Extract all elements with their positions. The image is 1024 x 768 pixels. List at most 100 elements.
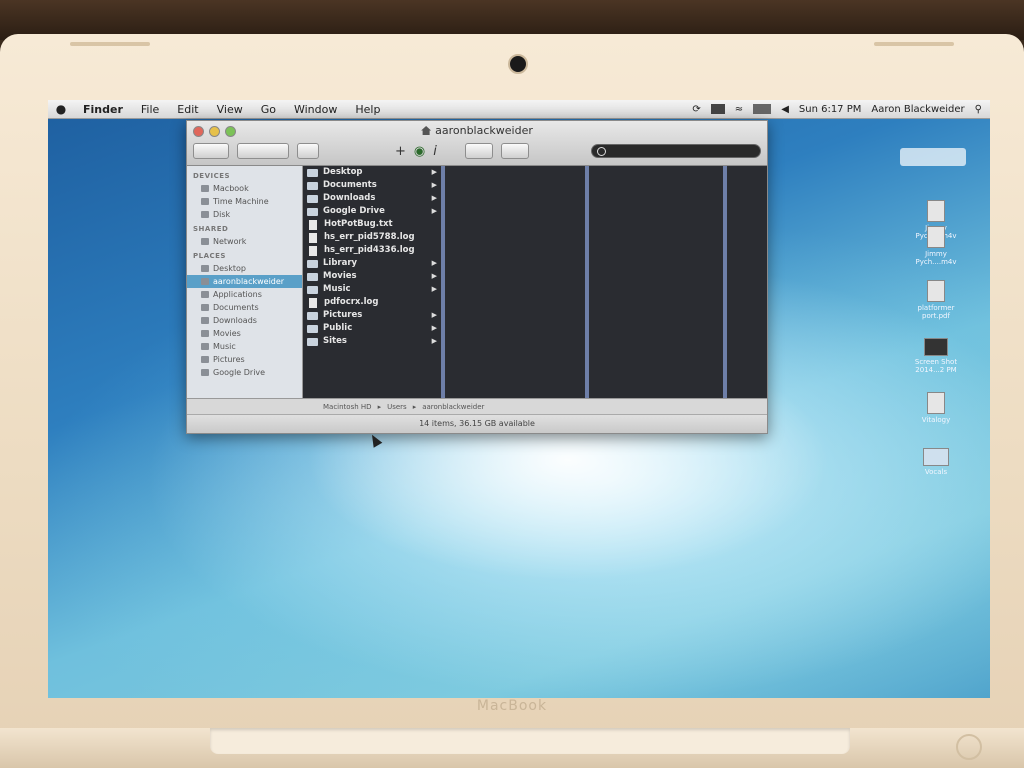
desktop-icon-item[interactable]: Screen Shot 2014...2 PM	[906, 338, 966, 374]
document-icon	[927, 226, 945, 248]
pictures-icon	[201, 356, 209, 363]
sidebar-item-applications[interactable]: Applications	[187, 288, 302, 301]
quick-look-button[interactable]	[464, 143, 493, 159]
file-row[interactable]: Google Drive ▶	[303, 205, 441, 218]
sidebar-item-disk[interactable]: Disk	[187, 208, 302, 221]
volume-icon[interactable]: ◀	[781, 104, 789, 115]
menu-edit[interactable]: Edit	[168, 103, 207, 116]
file-column-1[interactable]: Desktop ▶ Documents ▶ Downloads ▶ Google Drive…	[303, 166, 445, 399]
file-row[interactable]: HotPotBug.txt	[303, 218, 441, 231]
sidebar-item-pictures[interactable]: Pictures	[187, 353, 302, 366]
sidebar-item-time-machine[interactable]: Time Machine	[187, 195, 302, 208]
document-icon	[927, 392, 945, 414]
file-column-4[interactable]	[727, 166, 767, 399]
disclosure-arrow-icon: ▶	[431, 337, 437, 345]
path-item-disk[interactable]: Macintosh HD	[323, 403, 372, 411]
path-item-home[interactable]: aaronblackweider	[422, 403, 484, 411]
window-title-text: aaronblackweider	[435, 124, 533, 137]
sidebar-item-label: Desktop	[213, 264, 246, 273]
google-drive-icon	[201, 369, 209, 376]
sidebar-item-label: Macbook	[213, 184, 249, 193]
path-bar: Macintosh HD ▸ Users ▸ aaronblackweider	[187, 398, 767, 415]
disclosure-arrow-icon: ▶	[431, 207, 437, 215]
menu-extras: ⟳ ≈ ◀ Sun 6:17 PM Aaron Blackweider ⚲	[692, 104, 990, 115]
drive-icon	[201, 198, 209, 205]
folder-icon	[307, 194, 318, 203]
document-icon	[927, 280, 945, 302]
disclosure-arrow-icon: ▶	[431, 272, 437, 280]
desktop-icon-item[interactable]: Vitalogy	[906, 392, 966, 424]
add-icon[interactable]: +	[395, 144, 406, 159]
menu-file[interactable]: File	[132, 103, 168, 116]
file-row[interactable]: Pictures ▶	[303, 309, 441, 322]
search-input[interactable]	[606, 145, 750, 157]
disclosure-arrow-icon: ▶	[431, 285, 437, 293]
file-name: Google Drive	[323, 206, 385, 216]
folder-icon	[307, 259, 318, 268]
back-forward-button[interactable]	[193, 143, 229, 159]
file-name: Music	[323, 284, 351, 294]
laptop-base	[0, 728, 1024, 768]
spaces-icon[interactable]	[710, 104, 725, 114]
sidebar-item-label: aaronblackweider	[213, 277, 285, 286]
sidebar-item-network[interactable]: Network	[187, 235, 302, 248]
sidebar-item-macbook[interactable]: Macbook	[187, 182, 302, 195]
file-row[interactable]: pdfocrx.log	[303, 296, 441, 309]
sidebar-item-google-drive[interactable]: Google Drive	[187, 366, 302, 379]
finder-sidebar: DEVICES Macbook Time Machine Disk SHARED…	[187, 166, 303, 399]
column-view-button[interactable]	[297, 143, 319, 159]
menu-finder[interactable]: Finder	[74, 103, 132, 116]
movies-icon	[201, 330, 209, 337]
file-row[interactable]: Public ▶	[303, 322, 441, 335]
apple-menu-icon[interactable]: ●	[48, 102, 74, 116]
finder-titlebar[interactable]: aaronblackweider + ◉ i	[187, 121, 767, 166]
menu-help[interactable]: Help	[346, 103, 389, 116]
sidebar-item-downloads[interactable]: Downloads	[187, 314, 302, 327]
sidebar-item-documents[interactable]: Documents	[187, 301, 302, 314]
file-row[interactable]: Sites ▶	[303, 335, 441, 348]
desktop-icon-item[interactable]: Jimmy Pych....m4v	[906, 226, 966, 266]
view-mode-buttons[interactable]	[237, 143, 289, 159]
desktop-icon-item[interactable]: platformer port.pdf	[906, 280, 966, 320]
laptop-icon	[201, 185, 209, 192]
android-icon[interactable]: ◉	[414, 144, 425, 159]
file-column-2[interactable]	[445, 166, 589, 399]
document-icon	[309, 297, 317, 308]
document-icon	[927, 200, 945, 222]
desktop-icon-item[interactable]: Vocals	[906, 448, 966, 476]
file-row[interactable]: Library ▶	[303, 257, 441, 270]
info-icon[interactable]: i	[433, 144, 437, 159]
wifi-icon[interactable]: ≈	[735, 104, 743, 115]
file-row[interactable]: hs_err_pid4336.log	[303, 244, 441, 257]
desktop-icon-label: Screen Shot 2014...2 PM	[914, 358, 958, 374]
menu-view[interactable]: View	[208, 103, 252, 116]
battery-icon[interactable]	[753, 104, 772, 114]
menu-go[interactable]: Go	[252, 103, 285, 116]
file-row[interactable]: Desktop ▶	[303, 166, 441, 179]
menu-window[interactable]: Window	[285, 103, 346, 116]
path-item-users[interactable]: Users	[387, 403, 407, 411]
user-menu[interactable]: Aaron Blackweider	[871, 104, 964, 115]
power-button[interactable]	[956, 734, 982, 760]
sidebar-item-home[interactable]: aaronblackweider	[187, 275, 302, 288]
action-button[interactable]	[500, 143, 529, 159]
file-row[interactable]: Documents ▶	[303, 179, 441, 192]
mouse-cursor-icon	[367, 432, 383, 448]
sync-icon[interactable]: ⟳	[692, 104, 700, 115]
spotlight-icon[interactable]: ⚲	[975, 104, 982, 115]
file-row[interactable]: Music ▶	[303, 283, 441, 296]
sidebar-item-movies[interactable]: Movies	[187, 327, 302, 340]
sidebar-item-desktop[interactable]: Desktop	[187, 262, 302, 275]
file-row[interactable]: Downloads ▶	[303, 192, 441, 205]
file-row[interactable]: Movies ▶	[303, 270, 441, 283]
sidebar-item-music[interactable]: Music	[187, 340, 302, 353]
bezel-slot-left	[70, 42, 150, 46]
finder-toolbar: + ◉ i	[193, 141, 761, 161]
search-field[interactable]	[591, 144, 761, 158]
clock[interactable]: Sun 6:17 PM	[799, 104, 862, 115]
sidebar-item-label: Google Drive	[213, 368, 266, 377]
sidebar-item-label: Pictures	[213, 355, 245, 364]
sidebar-item-label: Time Machine	[213, 197, 269, 206]
file-row[interactable]: hs_err_pid5788.log	[303, 231, 441, 244]
file-column-3[interactable]	[589, 166, 727, 399]
